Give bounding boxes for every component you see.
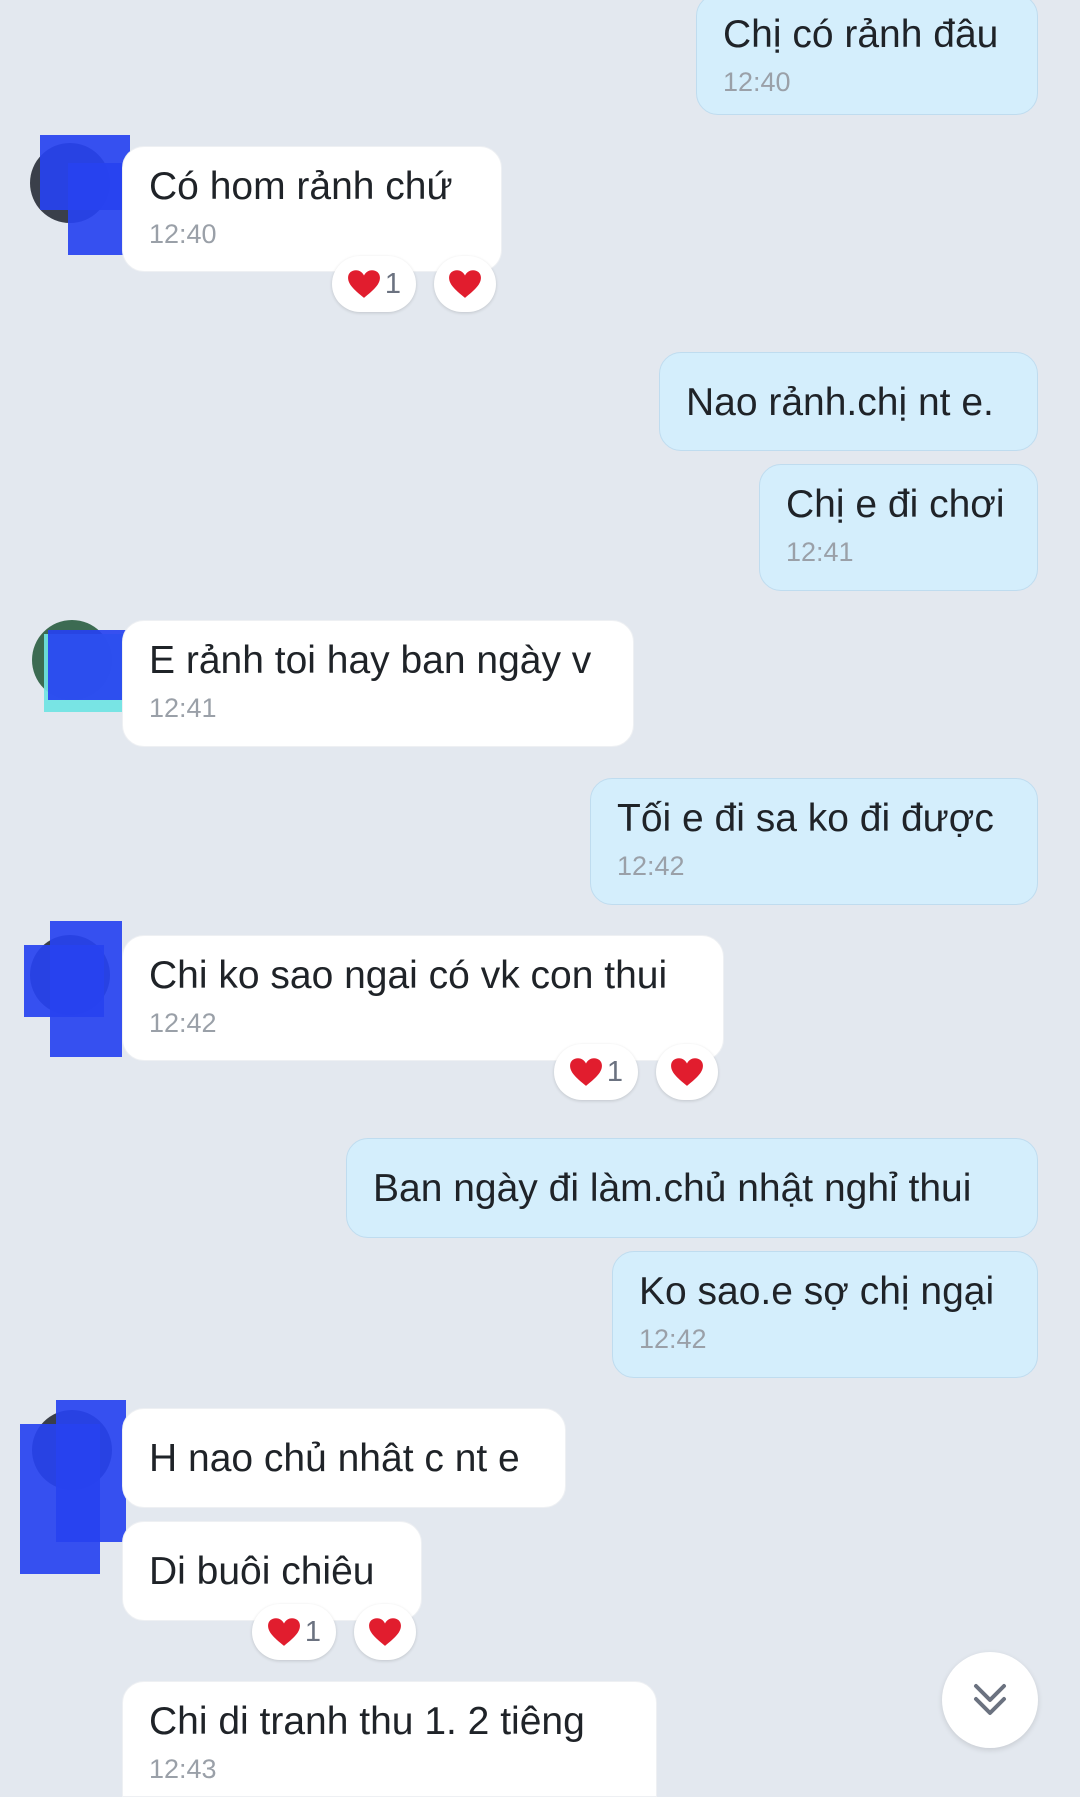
reaction-heart-count[interactable]: 1	[252, 1604, 336, 1660]
avatar[interactable]	[32, 620, 136, 712]
message-time: 12:40	[723, 67, 791, 97]
message-bubble-incoming[interactable]: E rảnh toi hay ban ngày v 12:41	[122, 620, 634, 747]
heart-icon	[569, 1058, 602, 1086]
avatar[interactable]	[20, 1400, 126, 1574]
message-time: 12:42	[149, 1008, 217, 1038]
message-text: Di buôi chiêu	[149, 1550, 375, 1593]
add-reaction-button[interactable]	[434, 256, 496, 312]
heart-icon	[267, 1618, 300, 1646]
message-text: Có hom rảnh chứ	[149, 165, 453, 208]
message-bubble-outgoing[interactable]: Ko sao.e sợ chị ngại 12:42	[612, 1251, 1038, 1378]
avatar[interactable]	[30, 135, 164, 255]
message-time: 12:41	[786, 537, 854, 567]
message-text: Chị e đi chơi	[786, 483, 1005, 526]
heart-icon	[347, 270, 380, 298]
message-bubble-incoming[interactable]: Chi ko sao ngai có vk con thui 12:42	[122, 935, 724, 1061]
heart-icon	[369, 1618, 401, 1646]
message-bubble-incoming[interactable]: Có hom rảnh chứ 12:40	[122, 146, 502, 272]
message-text: H nao chủ nhât c nt e	[149, 1437, 520, 1480]
reaction-heart-count[interactable]: 1	[332, 256, 416, 312]
message-bubble-outgoing[interactable]: Chị có rảnh đâu 12:40	[696, 0, 1038, 115]
message-text: Nao rảnh.chị nt e.	[686, 381, 994, 424]
message-text: Chi di tranh thu 1. 2 tiêng	[149, 1700, 585, 1743]
message-time: 12:40	[149, 219, 217, 249]
message-bubble-outgoing[interactable]: Ban ngày đi làm.chủ nhật nghỉ thui	[346, 1138, 1038, 1238]
message-text: Chi ko sao ngai có vk con thui	[149, 954, 668, 997]
message-bubble-incoming[interactable]: H nao chủ nhât c nt e	[122, 1408, 566, 1508]
heart-icon	[671, 1058, 703, 1086]
redaction-overlay	[50, 921, 122, 1057]
message-text: Ko sao.e sợ chị ngại	[639, 1270, 995, 1313]
message-text: Ban ngày đi làm.chủ nhật nghỉ thui	[373, 1167, 972, 1210]
reaction-count: 1	[304, 1615, 322, 1648]
message-bubble-outgoing[interactable]: Chị e đi chơi 12:41	[759, 464, 1038, 591]
reaction-count: 1	[606, 1055, 624, 1088]
redaction-overlay	[56, 1400, 126, 1542]
heart-icon	[449, 270, 481, 298]
message-text: E rảnh toi hay ban ngày v	[149, 639, 592, 682]
reaction-heart-count[interactable]: 1	[554, 1044, 638, 1100]
reaction-count: 1	[384, 267, 402, 300]
message-bubble-incoming[interactable]: Chi di tranh thu 1. 2 tiêng 12:43	[122, 1681, 657, 1797]
message-text: Chị có rảnh đâu	[723, 13, 999, 56]
message-text: Tối e đi sa ko đi được	[617, 797, 994, 840]
message-bubble-outgoing[interactable]: Tối e đi sa ko đi được 12:42	[590, 778, 1038, 905]
message-time: 12:42	[639, 1324, 707, 1354]
double-chevron-down-icon	[974, 1684, 1006, 1715]
message-bubble-outgoing[interactable]: Nao rảnh.chị nt e.	[659, 352, 1038, 451]
scroll-to-bottom-button[interactable]	[942, 1652, 1038, 1748]
message-time: 12:42	[617, 851, 685, 881]
avatar[interactable]	[24, 921, 122, 1057]
message-time: 12:43	[149, 1754, 217, 1784]
add-reaction-button[interactable]	[354, 1604, 416, 1660]
message-time: 12:41	[149, 693, 217, 723]
add-reaction-button[interactable]	[656, 1044, 718, 1100]
